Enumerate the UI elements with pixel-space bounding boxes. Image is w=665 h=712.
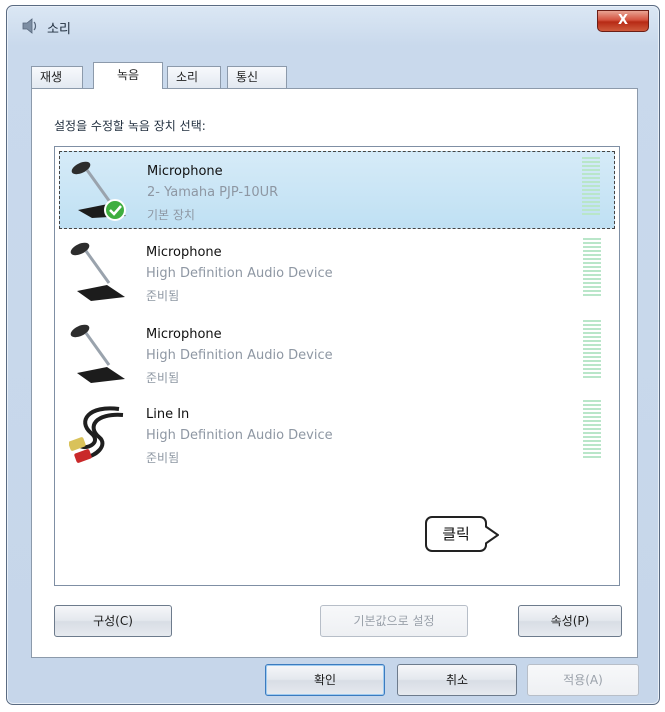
tab-communications[interactable]: 통신: [227, 66, 287, 88]
tab-playback[interactable]: 재생: [31, 66, 83, 88]
device-status: 준비됨: [146, 371, 180, 385]
device-item-line-in[interactable]: Line In High Definition Audio Device 준비됨: [59, 395, 615, 473]
speaker-icon: [22, 18, 37, 34]
device-status: 준비됨: [146, 289, 180, 303]
device-description: High Definition Audio Device: [146, 428, 333, 443]
device-item-microphone-hd-2[interactable]: Microphone High Definition Audio Device …: [59, 315, 615, 393]
sound-dialog-window: 소리 X 재생 녹음 소리 통신 설정을 수정할 녹음 장치 선택: Micro…: [6, 5, 660, 705]
microphone-icon: [70, 324, 125, 383]
recording-panel: 설정을 수정할 녹음 장치 선택: Microphone 2- Yamaha P…: [31, 88, 638, 658]
device-status: 준비됨: [146, 451, 180, 465]
microphone-icon: [70, 242, 125, 301]
level-meter: [583, 238, 601, 304]
device-name: Microphone: [146, 327, 222, 342]
device-name: Microphone: [147, 164, 223, 179]
title-bar[interactable]: 소리 X: [7, 6, 659, 46]
rca-cable-icon: [69, 406, 124, 463]
device-status: 기본 장치: [147, 208, 195, 222]
configure-button[interactable]: 구성(C): [54, 605, 172, 637]
level-meter: [582, 157, 600, 223]
instruction-label: 설정을 수정할 녹음 장치 선택:: [54, 119, 206, 133]
device-list[interactable]: Microphone 2- Yamaha PJP-10UR 기본 장치 Micr…: [54, 146, 620, 586]
device-name: Microphone: [146, 245, 222, 260]
callout-arrow-icon: [485, 525, 499, 545]
window-title: 소리: [47, 22, 71, 37]
device-name: Line In: [146, 407, 190, 422]
device-description: High Definition Audio Device: [146, 266, 333, 281]
set-default-button[interactable]: 기본값으로 설정: [320, 605, 468, 637]
apply-button[interactable]: 적용(A): [527, 664, 639, 696]
level-meter: [583, 320, 601, 386]
ok-button[interactable]: 확인: [265, 664, 385, 696]
device-item-microphone-hd-1[interactable]: Microphone High Definition Audio Device …: [59, 233, 615, 311]
close-button[interactable]: X: [597, 10, 649, 32]
properties-button[interactable]: 속성(P): [518, 605, 622, 637]
device-description: High Definition Audio Device: [146, 348, 333, 363]
click-callout: 클릭: [425, 516, 487, 552]
level-meter: [583, 400, 601, 466]
cancel-button[interactable]: 취소: [397, 664, 517, 696]
tab-recording[interactable]: 녹음: [93, 62, 163, 89]
device-item-microphone-yamaha[interactable]: Microphone 2- Yamaha PJP-10UR 기본 장치: [59, 151, 615, 229]
microphone-default-icon: [71, 161, 126, 221]
tab-sounds[interactable]: 소리: [167, 66, 221, 88]
device-description: 2- Yamaha PJP-10UR: [147, 185, 279, 200]
